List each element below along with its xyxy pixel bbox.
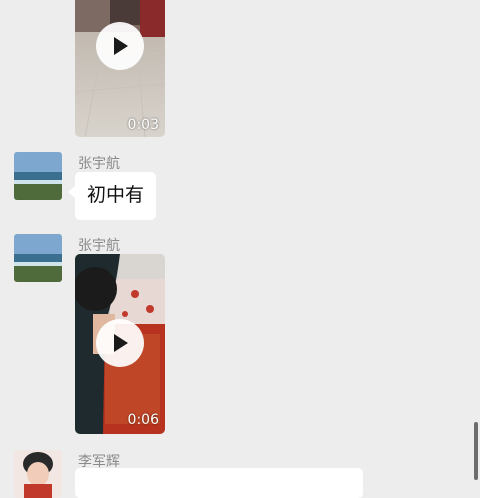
avatar[interactable] xyxy=(14,234,62,282)
message-bubble[interactable]: 初中有 xyxy=(75,172,157,220)
bubble-tail xyxy=(68,186,75,198)
video-duration: 0:06 xyxy=(127,412,159,428)
play-icon xyxy=(114,334,128,352)
sender-name: 张宇航 xyxy=(78,238,120,254)
scrollbar[interactable] xyxy=(474,422,478,480)
video-duration: 0:03 xyxy=(127,117,159,133)
video-message[interactable]: 0:06 xyxy=(75,254,165,434)
avatar-image xyxy=(14,152,62,200)
play-button[interactable] xyxy=(96,22,144,70)
avatar[interactable] xyxy=(14,152,62,200)
avatar[interactable] xyxy=(14,450,62,498)
message-bubble[interactable] xyxy=(75,468,363,498)
play-icon xyxy=(114,37,128,55)
avatar-image xyxy=(14,450,62,498)
sender-name: 张宇航 xyxy=(78,156,120,172)
avatar-image xyxy=(14,234,62,282)
video-message[interactable]: 0:03 xyxy=(75,0,165,137)
play-button[interactable] xyxy=(96,319,144,367)
